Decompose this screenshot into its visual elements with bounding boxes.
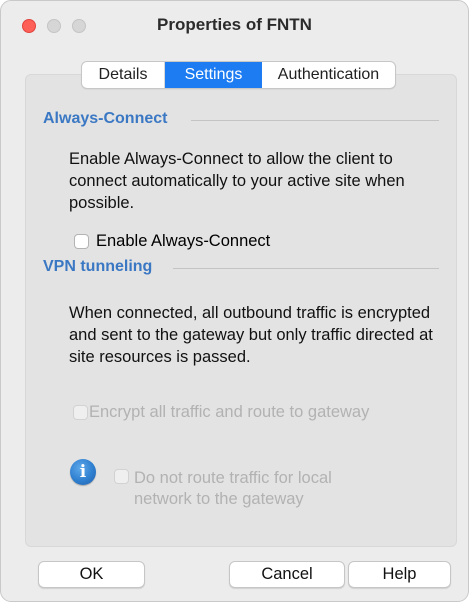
enable-always-connect-checkbox-row[interactable]: Enable Always-Connect xyxy=(74,232,270,251)
info-icon[interactable]: i xyxy=(70,459,96,485)
help-button[interactable]: Help xyxy=(348,561,451,588)
vpn-tunneling-heading: VPN tunneling xyxy=(43,258,153,275)
local-network-label: Do not route traffic for local network t… xyxy=(134,469,332,508)
enable-always-connect-checkbox[interactable] xyxy=(74,234,89,249)
properties-window: Properties of FNTN Details Settings Auth… xyxy=(0,0,469,602)
ok-button[interactable]: OK xyxy=(38,561,145,588)
title-bar[interactable]: Properties of FNTN xyxy=(1,1,468,53)
tab-authentication[interactable]: Authentication xyxy=(262,62,395,88)
enable-always-connect-label[interactable]: Enable Always-Connect xyxy=(96,232,270,251)
encrypt-all-traffic-checkbox-row: Encrypt all traffic and route to gateway xyxy=(73,403,369,422)
encrypt-all-traffic-checkbox xyxy=(73,405,88,420)
always-connect-heading: Always-Connect xyxy=(43,110,168,127)
encrypt-all-traffic-label: Encrypt all traffic and route to gateway xyxy=(89,403,370,421)
cancel-button[interactable]: Cancel xyxy=(229,561,345,588)
vpn-tunneling-description: When connected, all outbound traffic is … xyxy=(69,304,433,366)
section-divider xyxy=(191,120,439,121)
tab-settings[interactable]: Settings xyxy=(165,62,262,88)
section-divider xyxy=(173,268,439,269)
tab-bar: Details Settings Authentication xyxy=(81,61,396,89)
tab-details[interactable]: Details xyxy=(82,62,165,88)
always-connect-description: Enable Always-Connect to allow the clien… xyxy=(69,150,405,212)
window-title: Properties of FNTN xyxy=(157,15,312,34)
local-network-checkbox xyxy=(114,469,129,484)
